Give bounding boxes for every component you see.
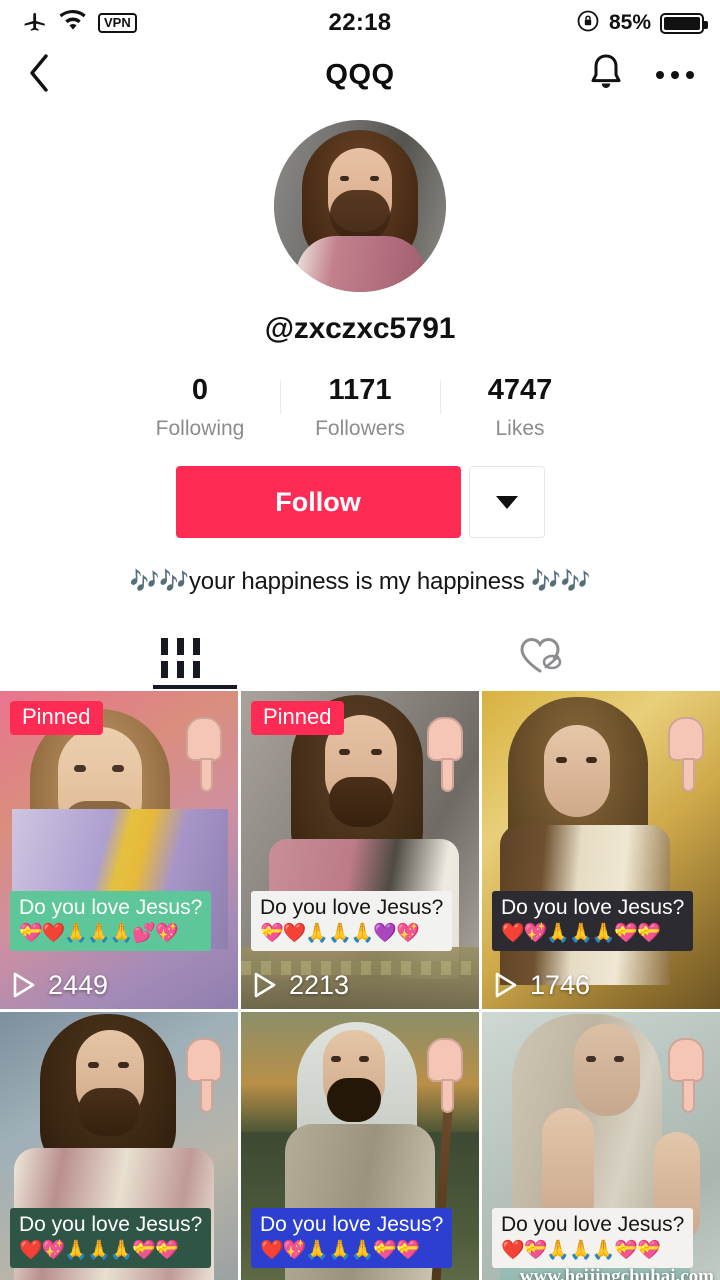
caption-text: Do you love Jesus? <box>260 1213 444 1237</box>
caption-emojis: ❤️💝🙏🙏🙏💝💝 <box>501 1239 661 1261</box>
pinned-badge: Pinned <box>10 700 103 735</box>
caption-text: Do you love Jesus? <box>501 1213 685 1237</box>
avatar-section <box>0 120 720 292</box>
video-caption: Do you love Jesus? ❤️💖🙏🙏🙏💝💝 <box>492 891 694 951</box>
battery-icon <box>660 12 708 34</box>
video-caption: Do you love Jesus? 💝❤️🙏🙏🙏💜💖 <box>251 891 453 951</box>
stat-likes[interactable]: 4747 Likes <box>440 374 600 441</box>
stat-followers[interactable]: 1171 Followers <box>280 374 440 441</box>
status-bar: VPN 22:18 85% <box>0 0 720 46</box>
video-cell[interactable]: Do you love Jesus? ❤️💖🙏🙏🙏💝💝 1271 <box>0 1011 238 1280</box>
play-count-value: 2449 <box>48 969 109 1000</box>
stat-label: Following <box>155 417 245 440</box>
caption-text: Do you love Jesus? <box>501 896 685 920</box>
play-count-value: 1746 <box>530 969 591 1000</box>
video-cell[interactable]: Pinned Do you love Jesus? 💝❤️🙏🙏🙏💕💖 2449 <box>0 690 238 1009</box>
caption-emojis: 💝❤️🙏🙏🙏💕💖 <box>19 922 179 944</box>
stat-following[interactable]: 0 Following <box>120 374 280 441</box>
play-count: 1746 <box>494 970 590 1001</box>
pointing-hand-icon <box>427 1037 463 1113</box>
video-caption: Do you love Jesus? ❤️💝🙏🙏🙏💝💝 <box>492 1208 694 1268</box>
play-count-value: 2213 <box>289 969 350 1000</box>
pointing-hand-icon <box>186 1037 222 1113</box>
status-bar-right: 85% <box>576 0 708 46</box>
stat-value: 4747 <box>487 374 553 406</box>
more-dots-icon[interactable] <box>656 71 694 79</box>
active-tab-indicator <box>153 684 237 689</box>
play-count: 2449 <box>12 970 108 1001</box>
follow-dropdown-button[interactable] <box>468 466 545 538</box>
caption-text: Do you love Jesus? <box>19 1213 203 1237</box>
username: @zxczxc5791 <box>264 312 456 345</box>
pointing-hand-icon <box>186 716 222 792</box>
video-caption: Do you love Jesus? ❤️💖🙏🙏🙏💝💝 <box>10 1208 212 1268</box>
app-header: QQQ <box>0 46 720 104</box>
pinned-badge: Pinned <box>251 700 344 735</box>
play-icon <box>494 971 518 999</box>
stat-value: 1171 <box>328 374 392 406</box>
profile-bio: 🎶🎶your happiness is my happiness 🎶🎶 <box>129 568 591 595</box>
stat-label: Followers <box>315 417 405 440</box>
profile-stats: 0 Following 1171 Followers 4747 Likes <box>0 374 720 441</box>
follow-row: Follow <box>0 466 720 538</box>
pointing-hand-icon <box>668 1037 704 1113</box>
video-cell[interactable]: Pinned Do you love Jesus? 💝❤️🙏🙏🙏💜💖 2213 <box>241 690 479 1009</box>
caption-emojis: ❤️💖🙏🙏🙏💝💝 <box>260 1239 420 1261</box>
video-cell[interactable]: Do you love Jesus? ❤️💖🙏🙏🙏💝💝 1746 <box>482 690 720 1009</box>
stat-label: Likes <box>495 417 545 440</box>
video-grid: Pinned Do you love Jesus? 💝❤️🙏🙏🙏💕💖 2449 <box>0 690 720 1280</box>
header-actions <box>586 51 694 100</box>
stat-value: 0 <box>191 374 209 406</box>
rotation-lock-icon <box>576 9 600 38</box>
video-caption: Do you love Jesus? ❤️💖🙏🙏🙏💝💝 <box>251 1208 453 1268</box>
heart-hidden-icon <box>517 634 563 681</box>
pointing-hand-icon <box>668 716 704 792</box>
grid-icon <box>160 637 200 678</box>
tab-private-liked[interactable] <box>360 627 720 689</box>
avatar[interactable] <box>274 120 446 292</box>
video-cell[interactable]: Do you love Jesus? ❤️💖🙏🙏🙏💝💝 1071 <box>241 1011 479 1280</box>
caption-text: Do you love Jesus? <box>19 896 203 920</box>
play-icon <box>253 971 277 999</box>
video-caption: Do you love Jesus? 💝❤️🙏🙏🙏💕💖 <box>10 891 212 951</box>
caption-text: Do you love Jesus? <box>260 896 444 920</box>
chevron-down-icon <box>495 495 518 509</box>
bell-icon[interactable] <box>586 51 626 100</box>
play-count: 2213 <box>253 970 349 1001</box>
caption-emojis: ❤️💖🙏🙏🙏💝💝 <box>19 1239 179 1261</box>
site-watermark: www.heijingchuhai.com <box>519 1265 714 1280</box>
caption-emojis: ❤️💖🙏🙏🙏💝💝 <box>501 922 661 944</box>
video-cell[interactable]: Do you love Jesus? ❤️💝🙏🙏🙏💝💝 www.heijingc… <box>482 1011 720 1280</box>
battery-percent: 85% <box>608 11 651 34</box>
pointing-hand-icon <box>427 716 463 792</box>
profile-tabs <box>0 627 720 689</box>
tab-videos[interactable] <box>0 627 360 689</box>
caption-emojis: 💝❤️🙏🙏🙏💜💖 <box>260 922 420 944</box>
follow-button[interactable]: Follow <box>175 466 461 538</box>
tiktok-profile-screen: VPN 22:18 85% QQQ @zxczxc5791 0 Followin… <box>0 0 720 1280</box>
play-icon <box>12 971 36 999</box>
